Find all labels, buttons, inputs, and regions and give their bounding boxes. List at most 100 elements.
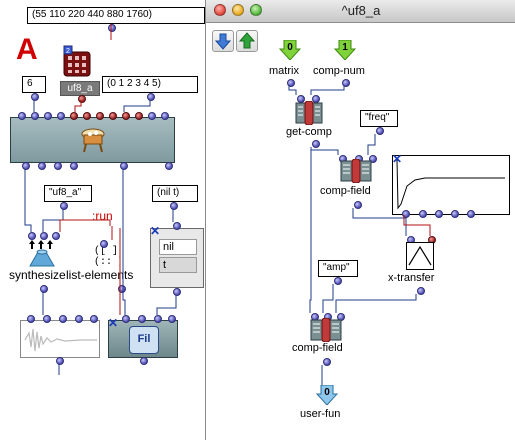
outlet[interactable] xyxy=(56,357,64,365)
outlet[interactable] xyxy=(173,288,181,296)
inlet[interactable] xyxy=(28,232,36,240)
outlet[interactable] xyxy=(140,357,148,365)
inlet[interactable] xyxy=(52,232,60,240)
comp-field-label-1: comp-field xyxy=(320,185,371,197)
synthesize-label: synthesize xyxy=(9,268,66,282)
outlet[interactable] xyxy=(120,162,128,170)
outlet[interactable] xyxy=(323,358,331,366)
file-icon: Fil xyxy=(129,326,159,354)
outlet[interactable] xyxy=(170,202,178,210)
inlet[interactable] xyxy=(43,315,51,323)
inlet[interactable] xyxy=(122,112,130,120)
inlet[interactable] xyxy=(435,210,443,218)
outlet[interactable] xyxy=(38,162,46,170)
x-transfer-icon[interactable] xyxy=(406,242,434,270)
down-arrow-button[interactable] xyxy=(212,30,234,52)
inlet[interactable] xyxy=(70,112,78,120)
inlet[interactable] xyxy=(96,112,104,120)
nil-t-box[interactable]: (nil t) xyxy=(152,185,198,202)
synthesize-icon[interactable] xyxy=(24,236,60,268)
svg-text:(:: ]: (:: ] xyxy=(94,256,120,266)
synth-box[interactable] xyxy=(10,117,175,163)
close-x-icon[interactable]: ✕ xyxy=(150,225,160,237)
input-matrix[interactable]: 0 xyxy=(278,39,302,61)
close-x-icon[interactable]: ✕ xyxy=(108,317,118,329)
inlet[interactable] xyxy=(27,315,35,323)
outlet[interactable] xyxy=(417,287,425,295)
inlet[interactable] xyxy=(122,315,130,323)
number-box-6[interactable]: 6 xyxy=(22,76,46,93)
inlet[interactable] xyxy=(83,112,91,120)
user-fun-label: user-fun xyxy=(300,408,341,420)
get-comp-icon[interactable] xyxy=(295,100,323,126)
inlet[interactable] xyxy=(135,112,143,120)
waveform-display[interactable] xyxy=(20,320,100,358)
up-arrow-button[interactable] xyxy=(236,30,258,52)
inlet[interactable] xyxy=(90,315,98,323)
menu-item-t[interactable]: t xyxy=(159,257,197,273)
menu-item-nil[interactable]: nil xyxy=(159,239,197,255)
comp-num-label: comp-num xyxy=(313,65,365,77)
run-label: :run xyxy=(92,209,113,223)
amp-string-box[interactable]: "amp" xyxy=(318,260,358,277)
inlet[interactable] xyxy=(451,210,459,218)
inlet[interactable] xyxy=(419,210,427,218)
matrix-value: 0 xyxy=(287,42,293,53)
comp-field-label-2: comp-field xyxy=(292,342,343,354)
outlet[interactable] xyxy=(60,202,68,210)
outlet[interactable] xyxy=(342,79,350,87)
window-title: ^uf8_a xyxy=(341,3,381,18)
outlet[interactable] xyxy=(354,201,362,209)
freq-string-box[interactable]: "freq" xyxy=(360,110,398,127)
x-transfer-label: x-transfer xyxy=(388,272,435,284)
outlet[interactable] xyxy=(40,285,48,293)
file-box[interactable]: Fil xyxy=(108,320,178,358)
svg-text:2: 2 xyxy=(66,48,70,55)
inlet[interactable] xyxy=(402,210,410,218)
inlet[interactable] xyxy=(75,315,83,323)
inlet[interactable] xyxy=(138,315,146,323)
patch-window[interactable]: ^uf8_a 0 matrix 1 comp-num get-comp "fre… xyxy=(205,0,515,440)
inlet[interactable] xyxy=(44,112,52,120)
outlet[interactable] xyxy=(287,79,295,87)
outlet[interactable] xyxy=(108,24,116,32)
red-a-label: A xyxy=(16,33,38,66)
comp-field-icon-1[interactable] xyxy=(340,158,372,184)
inlet[interactable] xyxy=(173,222,181,230)
envelope-graph[interactable] xyxy=(392,155,510,215)
window-titlebar[interactable]: ^uf8_a xyxy=(206,0,515,23)
patch-editor[interactable]: (55 110 220 440 880 1760) A 2 uf8_a 6 (0… xyxy=(0,0,205,440)
outlet[interactable] xyxy=(165,162,173,170)
outlet[interactable] xyxy=(118,285,126,293)
inlet[interactable] xyxy=(18,112,26,120)
comp-field-icon-2[interactable] xyxy=(310,317,342,343)
outlet[interactable] xyxy=(70,162,78,170)
inlet[interactable] xyxy=(31,112,39,120)
outlet[interactable] xyxy=(31,93,39,101)
inlet[interactable] xyxy=(148,112,156,120)
inlet[interactable] xyxy=(161,112,169,120)
inlet[interactable] xyxy=(168,315,176,323)
inlet[interactable] xyxy=(57,112,65,120)
instance-icon[interactable]: 2 xyxy=(62,44,94,80)
inlet[interactable] xyxy=(59,315,67,323)
string-box-uf8[interactable]: "uf8_a" xyxy=(44,185,92,202)
output-user-fun[interactable]: 0 xyxy=(315,384,339,406)
close-x-icon[interactable]: ✕ xyxy=(392,153,402,165)
list-range-box[interactable]: (0 1 2 3 4 5) xyxy=(102,76,198,93)
outlet[interactable] xyxy=(376,127,384,135)
inlet[interactable] xyxy=(154,315,162,323)
outlet[interactable] xyxy=(334,277,342,285)
outlet[interactable] xyxy=(54,162,62,170)
outlet[interactable] xyxy=(22,162,30,170)
outlet[interactable] xyxy=(147,93,155,101)
inlet[interactable] xyxy=(109,112,117,120)
inlet[interactable] xyxy=(467,210,475,218)
top-list-box[interactable]: (55 110 220 440 880 1760) xyxy=(27,7,205,24)
instance-outlet[interactable] xyxy=(78,95,86,103)
inlet[interactable] xyxy=(40,232,48,240)
outlet[interactable] xyxy=(312,140,320,148)
input-comp-num[interactable]: 1 xyxy=(333,39,357,61)
matrix-label: matrix xyxy=(269,65,299,77)
inlet[interactable] xyxy=(100,240,108,248)
